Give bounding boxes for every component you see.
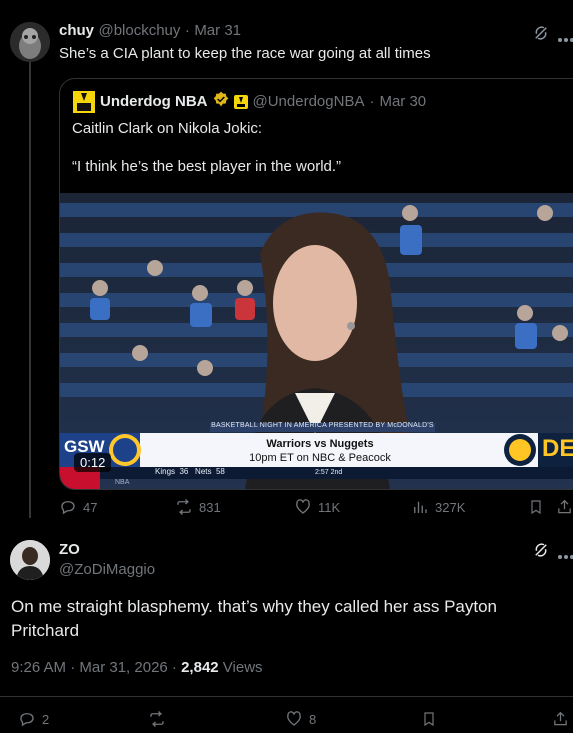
- repost-button-2[interactable]: [148, 710, 166, 728]
- share-icon: [558, 499, 571, 514]
- reply-timestamp[interactable]: 9:26 AM · Mar 31, 2026 ·: [11, 659, 181, 676]
- author-name[interactable]: chuy: [59, 22, 94, 39]
- heart-icon: [296, 499, 310, 514]
- reply-text: On me straight blasphemy. that’s why the…: [11, 597, 498, 640]
- separator-dot: ·: [184, 22, 190, 39]
- reply-author-name[interactable]: ZO: [59, 541, 80, 558]
- ticker-clock: 2:57 2nd: [315, 469, 343, 476]
- avatar-zo[interactable]: [10, 540, 50, 580]
- ticker-team-a: Kings: [155, 467, 176, 476]
- quote-tweet[interactable]: Underdog NBA @UnderdogNBA · Mar 30 Caitl…: [59, 78, 573, 490]
- reply-views-label: Views: [218, 659, 263, 676]
- verified-badge-icon: [213, 91, 229, 112]
- bookmark-button-2[interactable]: [421, 710, 437, 733]
- broadcast-banner: BASKETBALL NIGHT IN AMERICA PRESENTED BY…: [211, 422, 434, 429]
- thread-line: [29, 58, 31, 518]
- post-date[interactable]: Mar 31: [194, 22, 241, 39]
- reply-button[interactable]: 47: [59, 498, 97, 516]
- bookmark-icon-2: [424, 712, 434, 727]
- heart-icon-2: [287, 711, 301, 726]
- more-options-icon[interactable]: [558, 30, 573, 48]
- quote-date[interactable]: Mar 30: [379, 93, 426, 110]
- reply-count-2: 2: [42, 711, 50, 727]
- quote-text-line1: Caitlin Clark on Nikola Jokic:: [72, 120, 263, 137]
- reply-count: 47: [83, 499, 98, 515]
- repost-button[interactable]: 831: [175, 498, 221, 516]
- quote-text-line2: “I think he’s the best player in the wor…: [72, 158, 342, 175]
- repost-icon: [177, 499, 191, 515]
- reply-author-handle[interactable]: @ZoDiMaggio: [59, 561, 155, 578]
- grok-icon-2[interactable]: [532, 541, 550, 564]
- bookmark-button[interactable]: [528, 498, 544, 521]
- reply-icon-2: [20, 713, 34, 727]
- quote-avatar[interactable]: [73, 91, 95, 113]
- post-text: She’s a CIA plant to keep the race war g…: [59, 45, 431, 62]
- divider: [0, 696, 573, 697]
- ticker: Kings 36 Nets 58: [155, 467, 225, 476]
- bookmark-icon: [531, 500, 541, 515]
- reply-button-2[interactable]: 2: [18, 710, 49, 728]
- ticker-score-a: 36: [179, 467, 189, 476]
- ticker-team-b: Nets: [195, 467, 212, 476]
- ticker-nba: NBA: [115, 479, 130, 486]
- like-button[interactable]: 11K: [294, 498, 340, 516]
- affiliate-badge-icon[interactable]: [233, 94, 248, 109]
- reply-views-count: 2,842: [181, 659, 219, 676]
- quote-author-handle[interactable]: @UnderdogNBA: [253, 93, 365, 110]
- share-button[interactable]: [556, 498, 573, 521]
- like-count-2: 8: [309, 711, 317, 727]
- reply-icon: [61, 501, 75, 515]
- ticker-score-b: 58: [215, 467, 225, 476]
- matchup-text: Warriors vs Nuggets: [266, 438, 374, 450]
- like-button-2[interactable]: 8: [285, 710, 316, 728]
- video-player[interactable]: BASKETBALL NIGHT IN AMERICA PRESENTED BY…: [60, 193, 573, 489]
- broadcast-time: 10pm ET on NBC & Peacock: [249, 452, 391, 464]
- repost-count: 831: [199, 499, 221, 515]
- views-count: 327K: [435, 499, 466, 515]
- quote-author-name[interactable]: Underdog NBA: [100, 93, 208, 110]
- video-duration: 0:12: [74, 453, 112, 472]
- author-handle[interactable]: @blockchuy: [98, 22, 180, 39]
- quote-separator-dot: ·: [369, 93, 375, 110]
- more-options-icon-2[interactable]: [558, 547, 573, 565]
- views-button[interactable]: 327K: [411, 498, 465, 516]
- share-icon-2: [554, 711, 567, 726]
- views-icon: [414, 501, 427, 513]
- repost-icon-2: [150, 711, 164, 727]
- share-button-2[interactable]: [552, 710, 569, 733]
- avatar-chuy[interactable]: [10, 22, 50, 62]
- like-count: 11K: [318, 499, 341, 515]
- nuggets-badge: DE: [542, 435, 573, 462]
